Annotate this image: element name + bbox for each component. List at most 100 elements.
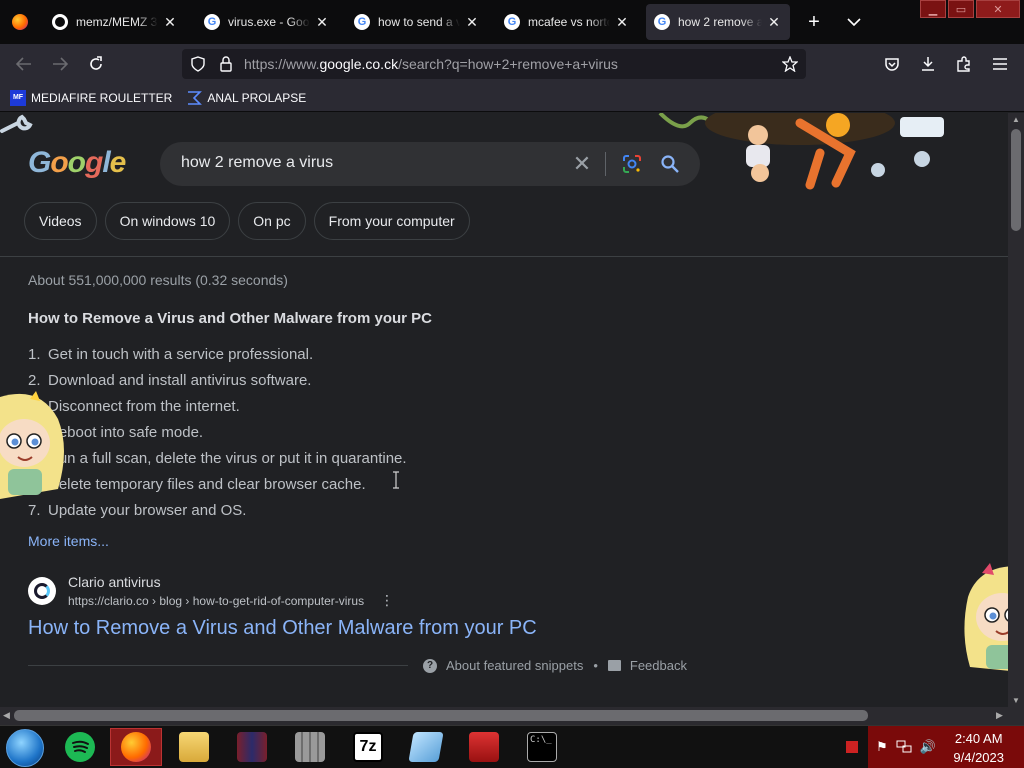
- chip-videos[interactable]: Videos: [24, 202, 97, 240]
- close-icon[interactable]: ✕: [464, 14, 480, 30]
- clock-date: 9/4/2023: [953, 750, 1004, 765]
- tab-title: mcafee vs norton: [528, 15, 610, 29]
- mediafire-icon: MF: [10, 89, 26, 106]
- wrench-doodle-icon: [0, 114, 33, 133]
- tab-memz[interactable]: memz/MEMZ 3.0 ✕: [44, 4, 186, 40]
- hamburger-menu-icon: [993, 58, 1007, 70]
- footer-separator: •: [593, 658, 598, 673]
- system-tray: ⚑ 🔊 2:40 AM 9/4/2023: [868, 726, 1024, 768]
- arrow-right-icon: [53, 57, 68, 71]
- tab-how-to-send[interactable]: G how to send a virus ✕: [346, 4, 488, 40]
- clear-search-icon[interactable]: ✕: [570, 151, 594, 176]
- tab-mcafee-vs-norton[interactable]: G mcafee vs norton ✕: [496, 4, 638, 40]
- firefox-menu-icon[interactable]: [0, 0, 40, 44]
- back-button[interactable]: [10, 52, 38, 76]
- page-content: Google how 2 remove a virus ✕ Videos On …: [0, 113, 1008, 707]
- maximize-button[interactable]: ▭: [948, 0, 974, 18]
- chip-on-pc[interactable]: On pc: [238, 202, 306, 240]
- notification-flag-icon[interactable]: [846, 741, 858, 753]
- close-icon[interactable]: ✕: [614, 14, 630, 30]
- more-items-link[interactable]: More items...: [28, 533, 109, 549]
- bookmark-label: ANAL PROLAPSE: [207, 90, 307, 105]
- tab-virus-exe[interactable]: G virus.exe - Google Search ✕: [196, 4, 338, 40]
- address-bar[interactable]: https://www.google.co.ck/search?q=how+2+…: [182, 49, 806, 79]
- taskbar-winrar[interactable]: [226, 728, 278, 766]
- tab-strip: memz/MEMZ 3.0 ✕ G virus.exe - Google Sea…: [0, 0, 1024, 44]
- vertical-scrollbar-thumb[interactable]: [1011, 129, 1021, 231]
- chevron-down-icon: [847, 18, 861, 26]
- taskbar-file-explorer[interactable]: [168, 728, 220, 766]
- bookmarks-toolbar: MF MEDIAFIRE ROULETTER ANAL PROLAPSE: [0, 84, 1024, 112]
- close-icon[interactable]: ✕: [162, 14, 178, 30]
- volume-icon[interactable]: 🔊: [920, 739, 936, 755]
- wordpad-icon: [408, 732, 444, 762]
- taskbar-castle-app[interactable]: [284, 728, 336, 766]
- download-icon: [922, 57, 934, 71]
- taskbar-firefox[interactable]: [110, 728, 162, 766]
- file-explorer-icon: [179, 732, 209, 762]
- about-featured-snippets-link[interactable]: About featured snippets: [446, 658, 583, 673]
- horizontal-scrollbar-thumb[interactable]: [14, 710, 868, 721]
- result-title-link[interactable]: How to Remove a Virus and Other Malware …: [28, 617, 537, 640]
- vertical-scrollbar[interactable]: ▲ ▼: [1008, 113, 1024, 707]
- bookmark-label: MEDIAFIRE ROULETTER: [31, 90, 173, 105]
- clock-time: 2:40 AM: [954, 731, 1003, 746]
- arrow-left-icon: [16, 57, 31, 71]
- google-lens-icon[interactable]: [620, 152, 644, 176]
- feedback-link[interactable]: Feedback: [630, 658, 687, 673]
- clock[interactable]: 2:40 AM 9/4/2023: [953, 729, 1004, 767]
- url-text: https://www.google.co.ck/search?q=how+2+…: [244, 56, 618, 72]
- more-options-icon[interactable]: ⋮: [380, 592, 394, 608]
- horizontal-scrollbar[interactable]: ◀ ▶: [0, 707, 1024, 725]
- scroll-right-icon[interactable]: ▶: [996, 710, 1003, 721]
- close-icon[interactable]: ✕: [314, 14, 330, 30]
- featured-snippet-title: How to Remove a Virus and Other Malware …: [28, 310, 432, 327]
- reload-button[interactable]: [82, 52, 110, 76]
- search-input[interactable]: how 2 remove a virus: [181, 154, 333, 172]
- clario-favicon-icon[interactable]: [28, 577, 56, 605]
- result-stats: About 551,000,000 results (0.32 seconds): [28, 272, 288, 288]
- taskbar-command-prompt[interactable]: C:\_: [516, 728, 568, 766]
- scroll-up-icon[interactable]: ▲: [1012, 115, 1020, 124]
- list-all-tabs-button[interactable]: [840, 10, 868, 34]
- taskbar-toolbox[interactable]: [458, 728, 510, 766]
- search-chips: Videos On windows 10 On pc From your com…: [24, 202, 478, 240]
- app-menu-button[interactable]: [986, 52, 1014, 76]
- new-tab-button[interactable]: +: [800, 10, 828, 34]
- bookmark-anal-prolapse[interactable]: ANAL PROLAPSE: [186, 90, 306, 106]
- lock-icon[interactable]: [216, 54, 236, 74]
- scroll-down-icon[interactable]: ▼: [1012, 696, 1020, 705]
- chip-on-windows-10[interactable]: On windows 10: [104, 202, 231, 240]
- pocket-button[interactable]: [878, 52, 906, 76]
- taskbar-wordpad[interactable]: [400, 728, 452, 766]
- header-divider: [0, 256, 1008, 257]
- bookmark-star-icon[interactable]: [780, 54, 800, 74]
- tab-title: memz/MEMZ 3.0: [76, 15, 158, 29]
- source-site-name[interactable]: Clario antivirus: [68, 574, 161, 590]
- scroll-left-icon[interactable]: ◀: [3, 710, 10, 721]
- close-icon[interactable]: ✕: [766, 14, 782, 30]
- logo-letter: G: [28, 146, 51, 179]
- source-breadcrumb-url[interactable]: https://clario.co › blog › how-to-get-ri…: [68, 594, 364, 608]
- network-icon[interactable]: [896, 739, 912, 755]
- tab-title: how 2 remove a virus: [678, 15, 762, 29]
- bookmark-mediafire-rouletter[interactable]: MF MEDIAFIRE ROULETTER: [10, 89, 173, 106]
- taskbar-spotify[interactable]: [54, 728, 106, 766]
- forward-button[interactable]: [46, 52, 74, 76]
- chip-from-your-computer[interactable]: From your computer: [313, 202, 470, 240]
- downloads-button[interactable]: [914, 52, 942, 76]
- action-center-flag-icon[interactable]: ⚑: [874, 739, 890, 755]
- search-box[interactable]: how 2 remove a virus ✕: [160, 142, 700, 186]
- taskbar-7zip[interactable]: 7z: [342, 728, 394, 766]
- tab-how-2-remove[interactable]: G how 2 remove a virus ✕: [646, 4, 790, 40]
- cmd-icon: C:\_: [527, 732, 557, 762]
- minimize-button[interactable]: ▁: [920, 0, 946, 18]
- google-doodle-logo[interactable]: Google: [28, 145, 126, 181]
- puzzle-icon: [957, 56, 970, 72]
- extensions-button[interactable]: [950, 52, 978, 76]
- list-item: 6.Delete temporary files and clear brows…: [28, 471, 407, 497]
- start-button[interactable]: [6, 729, 44, 767]
- close-window-button[interactable]: ✕: [976, 0, 1020, 18]
- google-icon: G: [504, 14, 520, 30]
- shield-icon[interactable]: [188, 54, 208, 74]
